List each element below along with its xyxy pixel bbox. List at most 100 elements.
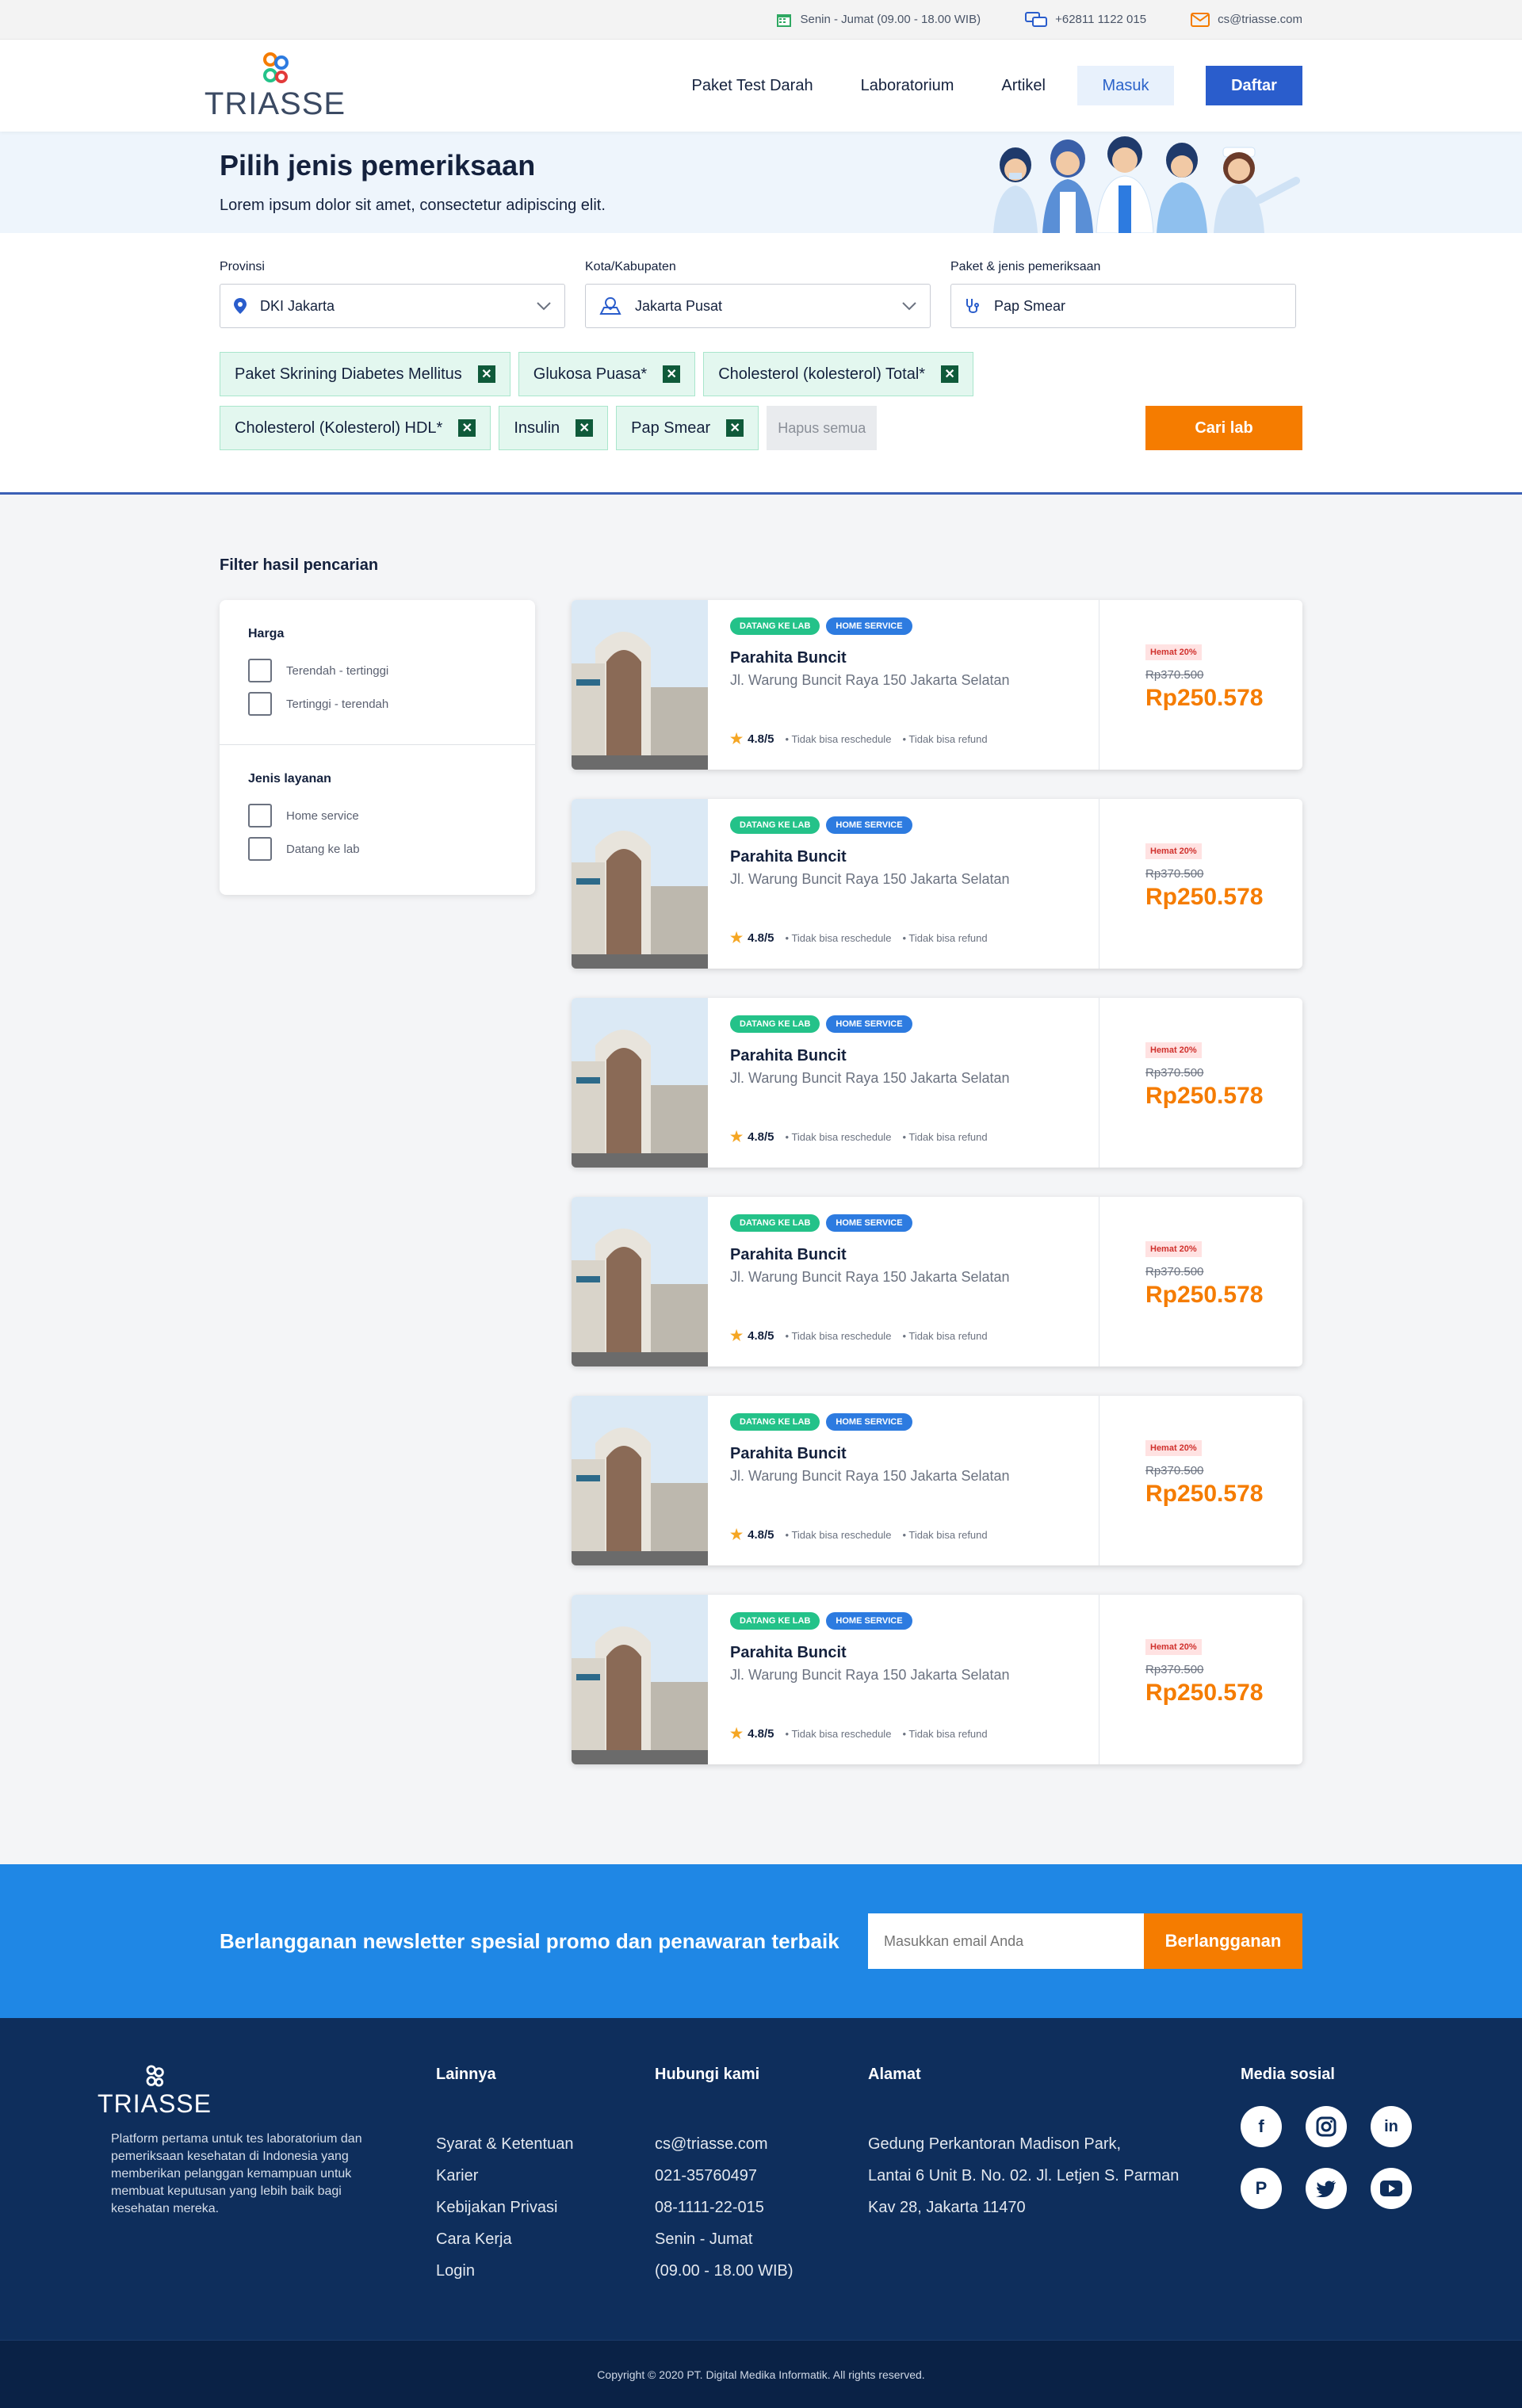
rating: ★ 4.8/5 <box>730 930 774 946</box>
star-icon: ★ <box>730 731 744 747</box>
register-button[interactable]: Daftar <box>1206 66 1302 105</box>
facebook-icon[interactable]: f <box>1241 2106 1282 2147</box>
link-privacy[interactable]: Kebijakan Privasi <box>436 2192 573 2223</box>
subscribe-button[interactable]: Berlangganan <box>1144 1913 1302 1969</box>
youtube-icon[interactable] <box>1371 2168 1412 2209</box>
lab-name[interactable]: Parahita Buncit <box>730 1644 1076 1662</box>
clear-all-button[interactable]: Hapus semua <box>767 406 878 450</box>
chevron-down-icon <box>537 302 551 311</box>
reschedule-note: • Tidak bisa reschedule <box>785 1728 892 1740</box>
close-icon[interactable]: ✕ <box>941 365 959 383</box>
triasse-logo[interactable]: TRIASSE <box>205 52 345 120</box>
tag-home-service: HOME SERVICE <box>826 617 912 635</box>
mail-icon <box>1191 12 1210 27</box>
link-terms[interactable]: Syarat & Ketentuan <box>436 2128 573 2160</box>
login-button[interactable]: Masuk <box>1077 66 1174 105</box>
phone-info[interactable]: +62811 1122 015 <box>1025 11 1146 28</box>
contact-email[interactable]: cs@triasse.com <box>655 2128 794 2160</box>
newsletter-email-input[interactable] <box>868 1913 1144 1969</box>
city-field: Kota/Kabupaten Jakarta Pusat <box>585 260 931 328</box>
current-price: Rp250.578 <box>1145 884 1264 910</box>
close-icon[interactable]: ✕ <box>458 419 476 437</box>
refund-note: • Tidak bisa refund <box>902 1131 988 1143</box>
package-input[interactable]: Pap Smear <box>950 284 1296 328</box>
city-label: Kota/Kabupaten <box>585 260 676 273</box>
tag-home-service: HOME SERVICE <box>826 816 912 834</box>
search-lab-button[interactable]: Cari lab <box>1145 406 1302 450</box>
service-option-lab[interactable]: Datang ke lab <box>248 837 507 861</box>
nav-artikel[interactable]: Artikel <box>977 77 1069 95</box>
current-price: Rp250.578 <box>1145 685 1264 711</box>
lab-name[interactable]: Parahita Buncit <box>730 649 1076 667</box>
checkbox[interactable] <box>248 659 272 682</box>
contact-phone[interactable]: 021-35760497 <box>655 2160 794 2192</box>
hero-banner: Pilih jenis pemeriksaan Lorem ipsum dolo… <box>0 132 1522 233</box>
nav-laboratorium[interactable]: Laboratorium <box>837 77 978 95</box>
nav-paket-test-darah[interactable]: Paket Test Darah <box>668 77 837 95</box>
current-price: Rp250.578 <box>1145 1083 1264 1109</box>
service-heading: Jenis layanan <box>248 772 331 785</box>
lab-info: DATANG KE LAB HOME SERVICE Parahita Bunci… <box>708 998 1099 1168</box>
footer-logo[interactable]: TRIASSE <box>98 2064 211 2116</box>
twitter-icon[interactable] <box>1306 2168 1347 2209</box>
province-field: Provinsi DKI Jakarta <box>220 260 565 328</box>
close-icon[interactable]: ✕ <box>663 365 681 383</box>
lab-card[interactable]: DATANG KE LAB HOME SERVICE Parahita Bunci… <box>572 1396 1302 1565</box>
checkbox[interactable] <box>248 804 272 828</box>
lab-card[interactable]: DATANG KE LAB HOME SERVICE Parahita Bunci… <box>572 998 1302 1168</box>
close-icon[interactable]: ✕ <box>576 419 594 437</box>
chip-label: Cholesterol (kolesterol) Total* <box>718 365 926 383</box>
tag-visit-lab: DATANG KE LAB <box>730 816 820 834</box>
lab-name[interactable]: Parahita Buncit <box>730 1246 1076 1264</box>
lab-card[interactable]: DATANG KE LAB HOME SERVICE Parahita Bunci… <box>572 1197 1302 1366</box>
lab-building-image <box>572 1197 708 1366</box>
copyright-bar: Copyright © 2020 PT. Digital Medika Info… <box>0 2340 1522 2408</box>
price-info: Hemat 20% Rp370.500 Rp250.578 <box>1099 600 1302 770</box>
main-nav: Paket Test Darah Laboratorium Artikel Ma… <box>668 66 1302 105</box>
close-icon[interactable]: ✕ <box>726 419 744 437</box>
contact-mobile[interactable]: 08-1111-22-015 <box>655 2192 794 2223</box>
lab-card[interactable]: DATANG KE LAB HOME SERVICE Parahita Bunci… <box>572 600 1302 770</box>
site-footer: TRIASSE Platform pertama untuk tes labor… <box>0 2018 1522 2340</box>
price-option-asc[interactable]: Terendah - tertinggi <box>248 659 507 682</box>
lab-building-image <box>572 799 708 969</box>
link-login[interactable]: Login <box>436 2255 573 2287</box>
province-select[interactable]: DKI Jakarta <box>220 284 565 328</box>
old-price: Rp370.500 <box>1145 668 1204 682</box>
results-section: Filter hasil pencarian Harga Terendah - … <box>0 495 1522 1864</box>
refund-note: • Tidak bisa refund <box>902 932 988 944</box>
lab-card[interactable]: DATANG KE LAB HOME SERVICE Parahita Bunci… <box>572 799 1302 969</box>
tag-home-service: HOME SERVICE <box>826 1612 912 1630</box>
tag-home-service: HOME SERVICE <box>826 1015 912 1033</box>
lab-info: DATANG KE LAB HOME SERVICE Parahita Bunci… <box>708 600 1099 770</box>
phone-text[interactable]: +62811 1122 015 <box>1055 13 1146 26</box>
service-option-home[interactable]: Home service <box>248 804 507 828</box>
pinterest-icon[interactable]: P <box>1241 2168 1282 2209</box>
current-price: Rp250.578 <box>1145 1680 1264 1706</box>
lab-name[interactable]: Parahita Buncit <box>730 1047 1076 1065</box>
lab-building-image <box>572 998 708 1168</box>
checkbox[interactable] <box>248 692 272 716</box>
email-info[interactable]: cs@triasse.com <box>1191 12 1302 27</box>
checkbox-label: Tertinggi - terendah <box>286 697 389 711</box>
city-select[interactable]: Jakarta Pusat <box>585 284 931 328</box>
linkedin-icon[interactable]: in <box>1371 2106 1412 2147</box>
logo-mark-icon <box>146 2065 164 2087</box>
checkbox[interactable] <box>248 837 272 861</box>
filter-title: Filter hasil pencarian <box>220 556 379 574</box>
link-career[interactable]: Karier <box>436 2160 573 2192</box>
current-price: Rp250.578 <box>1145 1481 1264 1507</box>
lab-name[interactable]: Parahita Buncit <box>730 848 1076 866</box>
instagram-icon[interactable] <box>1306 2106 1347 2147</box>
newsletter-banner: Berlangganan newsletter spesial promo da… <box>0 1864 1522 2018</box>
main-header: TRIASSE Paket Test Darah Laboratorium Ar… <box>0 40 1522 132</box>
refund-note: • Tidak bisa refund <box>902 1330 988 1342</box>
link-how-it-works[interactable]: Cara Kerja <box>436 2223 573 2255</box>
lab-name[interactable]: Parahita Buncit <box>730 1445 1076 1463</box>
page-title: Pilih jenis pemeriksaan <box>220 149 536 182</box>
current-price: Rp250.578 <box>1145 1282 1264 1308</box>
email-text[interactable]: cs@triasse.com <box>1218 13 1302 26</box>
price-option-desc[interactable]: Tertinggi - terendah <box>248 692 507 716</box>
lab-card[interactable]: DATANG KE LAB HOME SERVICE Parahita Bunci… <box>572 1595 1302 1764</box>
close-icon[interactable]: ✕ <box>477 365 495 383</box>
